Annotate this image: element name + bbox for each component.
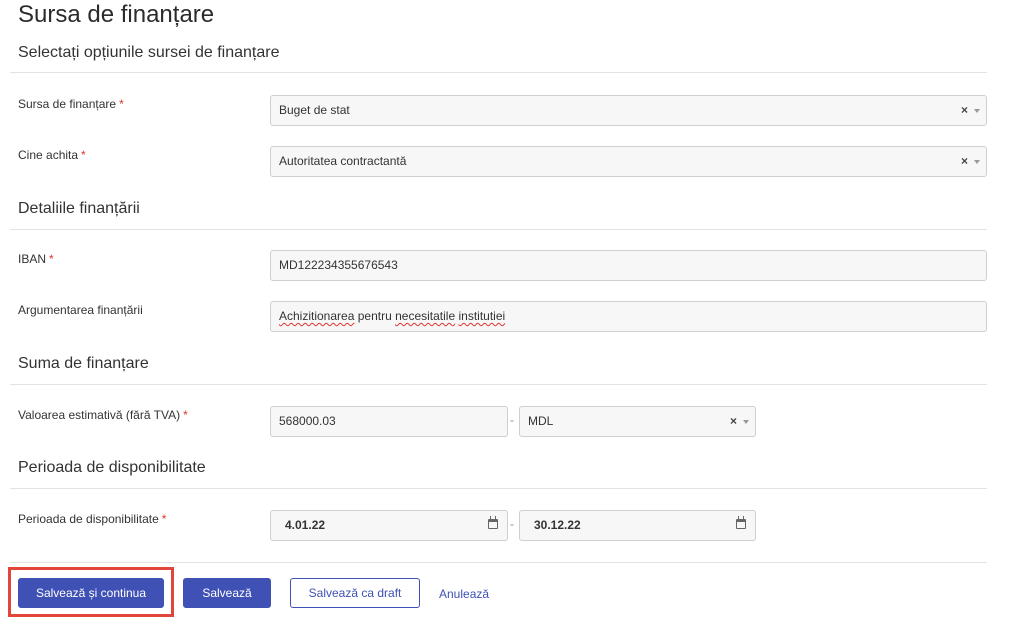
calendar-icon[interactable]	[736, 516, 746, 529]
chevron-down-icon[interactable]	[974, 108, 980, 113]
currency-select[interactable]: MDL ×	[519, 406, 756, 437]
justification-word: Achizitionarea	[279, 309, 355, 323]
required-mark: *	[119, 97, 124, 111]
separator: -	[510, 517, 514, 531]
page-title: Sursa de finanțare	[18, 1, 215, 28]
section-details-heading: Detaliile finanțării	[18, 200, 140, 217]
amount-value: 568000.03	[279, 414, 336, 428]
source-label: Sursa de finanțare *	[18, 97, 124, 111]
source-select[interactable]: Buget de stat ×	[270, 95, 987, 126]
cancel-link[interactable]: Anulează	[439, 587, 489, 601]
currency-selected-value: MDL	[528, 414, 554, 428]
calendar-icon[interactable]	[488, 516, 498, 529]
payer-label: Cine achita *	[18, 148, 86, 162]
save-draft-button[interactable]: Salvează ca draft	[290, 578, 420, 608]
end-date-value: 30.12.22	[534, 518, 581, 532]
divider	[10, 229, 987, 230]
separator: -	[510, 413, 514, 427]
iban-input[interactable]: MD122234355676543	[270, 250, 987, 281]
save-continue-button[interactable]: Salvează și continua	[18, 578, 164, 608]
payer-select[interactable]: Autoritatea contractantă ×	[270, 146, 987, 177]
payer-selected-value: Autoritatea contractantă	[279, 154, 407, 168]
section-amount-heading: Suma de finanțare	[18, 355, 149, 372]
justification-label: Argumentarea finanțării	[18, 303, 143, 317]
divider	[10, 384, 987, 385]
justification-word: necesitatile	[395, 309, 456, 323]
source-selected-value: Buget de stat	[279, 103, 350, 117]
amount-input[interactable]: 568000.03	[270, 406, 508, 437]
end-date-input[interactable]: 30.12.22	[519, 510, 756, 541]
iban-label: IBAN *	[18, 252, 54, 266]
start-date-value: 4.01.22	[285, 518, 326, 532]
justification-word: institutiei	[458, 309, 506, 323]
save-button[interactable]: Salvează	[183, 578, 271, 608]
justification-word: pentru	[357, 309, 392, 323]
required-mark: *	[81, 148, 86, 162]
iban-value: MD122234355676543	[279, 258, 398, 272]
estimated-value-label: Valoarea estimativă (fără TVA) *	[18, 408, 188, 422]
section-period-heading: Perioada de disponibilitate	[18, 459, 206, 476]
divider	[10, 562, 987, 563]
divider	[10, 72, 987, 73]
required-mark: *	[161, 512, 167, 526]
justification-input[interactable]: Achizitionarea pentru necesitatile insti…	[270, 301, 987, 332]
section-options-heading: Selectați opțiunile sursei de finanțare	[18, 44, 280, 61]
required-mark: *	[49, 252, 54, 266]
required-mark: *	[183, 408, 188, 422]
start-date-input[interactable]: 4.01.22	[270, 510, 508, 541]
clear-icon[interactable]: ×	[730, 407, 737, 436]
chevron-down-icon[interactable]	[974, 159, 980, 164]
availability-label: Perioada de disponibilitate *	[18, 512, 167, 526]
divider	[10, 488, 987, 489]
chevron-down-icon[interactable]	[743, 419, 749, 424]
clear-icon[interactable]: ×	[961, 147, 968, 176]
clear-icon[interactable]: ×	[961, 96, 968, 125]
